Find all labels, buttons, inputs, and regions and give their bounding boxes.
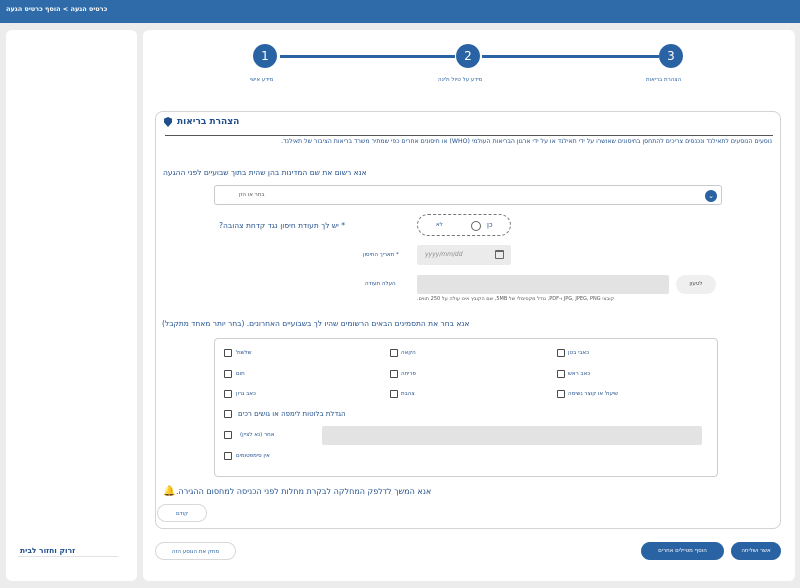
- symptom-checkbox-jaundice[interactable]: [390, 390, 398, 398]
- symptom-label: אחר (נא לציין): [240, 432, 275, 438]
- vaccine-no-option[interactable]: לא: [436, 222, 443, 228]
- vaccination-notice: נוסעים הנוסעים לתאילנד ונכנסים צריכים לה…: [281, 138, 772, 145]
- symptom-label: כאבי בטן: [568, 350, 589, 356]
- symptom-checkbox-fever[interactable]: [224, 370, 232, 378]
- other-symptom-input[interactable]: [322, 426, 702, 445]
- confirm-submit-button[interactable]: אשר ושליחה: [731, 542, 781, 560]
- vaccine-date-input[interactable]: yyyy/mm/dd: [417, 245, 511, 265]
- step-3-label: הצהרת בריאות: [646, 77, 682, 83]
- chevron-down-icon[interactable]: ⌄: [705, 190, 717, 202]
- symptom-label: פריחה: [401, 371, 416, 377]
- symptom-checkbox-other[interactable]: [224, 431, 232, 439]
- top-bar: כרטיס הגעה > הוסף כרטיס הגעה: [0, 0, 800, 23]
- symptom-label: שלשול: [236, 350, 252, 356]
- add-travelers-button[interactable]: הוסף מטיילים אחרים: [641, 542, 724, 560]
- symptoms-box: [214, 338, 718, 477]
- calendar-icon[interactable]: [495, 250, 504, 259]
- symptom-label: הגדלת בלוטות לימפה או גושים רכים: [238, 410, 346, 418]
- vaccine-yes-no-toggle[interactable]: לא כן: [417, 214, 511, 236]
- countries-question: אנא רשום את שם המדינות בהן שהית בתוך שבו…: [163, 168, 367, 177]
- upload-button[interactable]: לטעון: [676, 275, 716, 294]
- step-connector: [482, 55, 659, 58]
- step-1-label: מידע אישי: [250, 77, 274, 83]
- divider: [18, 556, 118, 557]
- countries-select-placeholder: בחר או הזן: [239, 192, 265, 198]
- breadcrumb: כרטיס הגעה > הוסף כרטיס הגעה: [6, 5, 108, 13]
- step-2-label: מידע על טיול ולינה: [438, 77, 483, 83]
- back-button[interactable]: קודם: [157, 504, 207, 522]
- vaccine-date-label: * תאריך החיסון: [363, 252, 399, 258]
- upload-file-field[interactable]: [417, 275, 669, 294]
- symptoms-question: אנא בחר את התסמינים הבאים הרשומים שהיו ל…: [162, 319, 470, 328]
- symptom-checkbox-vomiting[interactable]: [390, 349, 398, 357]
- symptom-checkbox-sore-throat[interactable]: [224, 390, 232, 398]
- symptom-label: שיעול או קוצר נשימה: [568, 391, 619, 397]
- step-2-indicator: 2: [456, 44, 480, 68]
- disease-control-notice: אנא המשך לדלפק המחלקה לבקרת מחלות לפני ה…: [176, 487, 432, 496]
- symptom-checkbox-swollen-lymph[interactable]: [224, 410, 232, 418]
- side-panel: [6, 30, 137, 581]
- symptom-checkbox-abdominal-pain[interactable]: [557, 349, 565, 357]
- symptom-label: הקאה: [401, 350, 416, 356]
- symptom-checkbox-rash[interactable]: [390, 370, 398, 378]
- delete-traveler-button[interactable]: מחק את הנוסע הזה: [155, 542, 236, 560]
- symptom-checkbox-headache[interactable]: [557, 370, 565, 378]
- upload-label: העלה תעודה: [365, 281, 396, 287]
- section-title: הצהרת בריאות: [177, 117, 240, 127]
- countries-select[interactable]: בחר או הזן ⌄: [214, 185, 722, 205]
- symptom-checkbox-diarrhea[interactable]: [224, 349, 232, 357]
- vaccine-yes-option[interactable]: כן: [487, 221, 493, 229]
- bell-icon: 🔔: [163, 486, 176, 497]
- symptom-label: כאב ראש: [568, 371, 591, 377]
- symptom-label: צהבת: [401, 391, 415, 397]
- symptom-label: כאב גרון: [236, 391, 256, 397]
- upload-hint: קובצי JPG, JPEG, PNG ו-PDF, גודל מקסימלי…: [417, 296, 615, 302]
- symptom-label: אין סימפטומים: [236, 453, 270, 459]
- step-1-indicator: 1: [253, 44, 277, 68]
- discard-return-home-link[interactable]: זרוק וחזור לבית: [20, 546, 75, 555]
- step-3-indicator: 3: [659, 44, 683, 68]
- step-connector: [280, 55, 455, 58]
- symptom-checkbox-none[interactable]: [224, 452, 232, 460]
- symptom-checkbox-cough[interactable]: [557, 390, 565, 398]
- radio-indicator[interactable]: [471, 221, 481, 231]
- vaccine-question: * יש לך תעודת חיסון נגד קדחת צהובה?: [219, 221, 345, 230]
- symptom-label: חום: [236, 371, 245, 377]
- date-placeholder: yyyy/mm/dd: [425, 251, 463, 258]
- divider: [165, 135, 773, 136]
